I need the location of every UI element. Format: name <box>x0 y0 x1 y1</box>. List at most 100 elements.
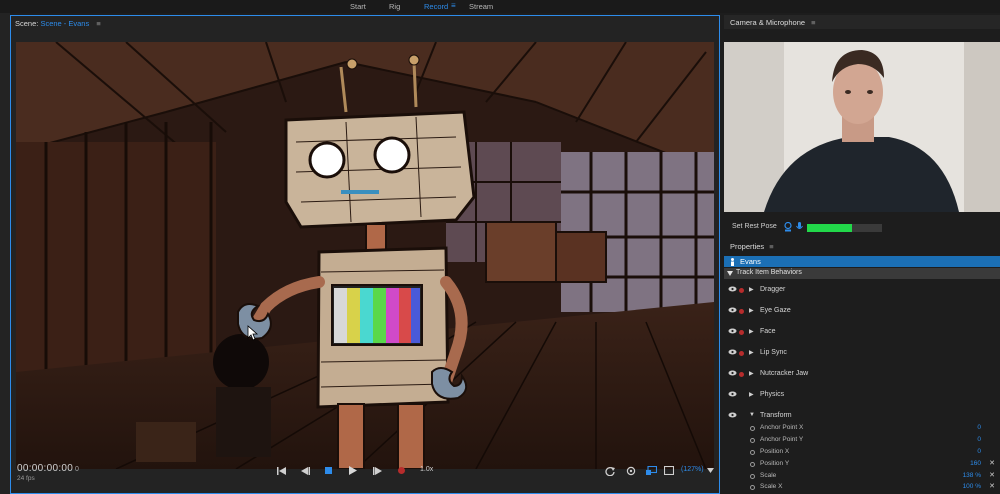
behavior-row-face[interactable]: ▶ Face <box>724 325 1000 341</box>
behavior-name: Lip Sync <box>760 349 787 356</box>
stream-preview-icon[interactable] <box>645 465 657 476</box>
step-back-icon[interactable] <box>299 465 311 476</box>
timecode-display[interactable]: 00:00:00:00 <box>17 463 73 474</box>
param-row-anchor-point-y[interactable]: Anchor Point Y 0 <box>724 435 1000 447</box>
param-row-position-y[interactable]: Position Y 160 ✕ <box>724 459 1000 471</box>
microphone-icon[interactable] <box>796 222 803 232</box>
stopwatch-icon[interactable] <box>750 485 755 490</box>
workspace-tab-rig[interactable]: Rig <box>389 2 400 11</box>
scene-panel-header: Scene: Scene - Evans ≡ <box>11 16 101 30</box>
panel-menu-icon[interactable]: ≡ <box>769 242 773 251</box>
param-value[interactable]: 100 % <box>963 483 981 490</box>
webcam-image <box>724 42 1000 212</box>
param-value[interactable]: 0 <box>977 424 981 431</box>
stopwatch-icon[interactable] <box>750 474 755 479</box>
eye-icon[interactable] <box>728 349 737 355</box>
param-value[interactable]: 0 <box>977 448 981 455</box>
stop-button[interactable] <box>322 465 334 476</box>
behavior-name: Transform <box>760 412 792 419</box>
record-arm-icon[interactable] <box>739 351 744 356</box>
step-forward-icon[interactable] <box>371 465 383 476</box>
eye-icon[interactable] <box>728 391 737 397</box>
properties-panel-title: Properties <box>730 242 765 251</box>
expand-triangle-icon[interactable]: ▶ <box>749 349 754 356</box>
param-row-scale-x[interactable]: Scale X 100 % ✕ <box>724 482 1000 494</box>
camera-toggle-icon[interactable] <box>784 222 792 232</box>
param-value[interactable]: 0 <box>977 436 981 443</box>
behavior-name: Eye Gaze <box>760 307 791 314</box>
param-name: Position X <box>760 448 790 455</box>
puppet-name-row[interactable]: Evans <box>724 256 1000 267</box>
panel-menu-icon[interactable]: ≡ <box>811 18 815 27</box>
behavior-name: Physics <box>760 391 785 398</box>
behavior-name: Face <box>760 328 776 335</box>
param-value[interactable]: 160 <box>970 460 981 467</box>
reset-icon[interactable]: ✕ <box>989 482 995 490</box>
eye-icon[interactable] <box>728 412 737 418</box>
workspace-bar: Start Rig Record ≡ Stream <box>0 0 1000 13</box>
eye-icon[interactable] <box>728 286 737 292</box>
panel-menu-icon[interactable]: ≡ <box>96 19 100 28</box>
behavior-row-eye-gaze[interactable]: ▶ Eye Gaze <box>724 304 1000 320</box>
workspace-tab-stream[interactable]: Stream <box>469 2 493 11</box>
camera-panel-title: Camera & Microphone <box>730 18 806 27</box>
param-name: Anchor Point Y <box>760 436 804 443</box>
refresh-icon[interactable] <box>604 465 616 476</box>
param-name: Scale <box>760 472 777 479</box>
param-row-anchor-point-x[interactable]: Anchor Point X 0 <box>724 423 1000 435</box>
param-row-position-x[interactable]: Position X 0 <box>724 447 1000 459</box>
record-arm-icon[interactable] <box>739 288 744 293</box>
expand-triangle-icon[interactable]: ▶ <box>749 328 754 335</box>
param-name: Scale X <box>760 483 783 490</box>
rest-pose-bar: Set Rest Pose <box>724 218 1000 236</box>
eye-icon[interactable] <box>728 328 737 334</box>
properties-panel-header: Properties ≡ <box>724 240 1000 253</box>
behavior-row-physics[interactable]: ▶ Physics <box>724 388 1000 404</box>
camera-panel-header: Camera & Microphone ≡ <box>724 15 1000 29</box>
reset-icon[interactable]: ✕ <box>989 459 995 467</box>
track-item-behaviors-section[interactable]: Track Item Behaviors <box>724 268 1000 279</box>
param-value[interactable]: 138 % <box>963 472 981 479</box>
behavior-row-dragger[interactable]: ▶ Dragger <box>724 283 1000 299</box>
behavior-row-lip-sync[interactable]: ▶ Lip Sync <box>724 346 1000 362</box>
scene-viewport[interactable] <box>16 42 714 469</box>
eye-icon[interactable] <box>728 307 737 313</box>
left-panel-edge <box>0 13 10 494</box>
zoom-level[interactable]: (127%) <box>681 466 704 473</box>
workspace-menu-icon[interactable]: ≡ <box>451 1 456 10</box>
play-button[interactable] <box>347 465 359 476</box>
set-rest-pose-button[interactable]: Set Rest Pose <box>732 223 777 230</box>
stopwatch-icon[interactable] <box>750 438 755 443</box>
puppet-settings-icon[interactable] <box>625 465 637 476</box>
expand-triangle-icon[interactable]: ▶ <box>749 286 754 293</box>
mic-level-fill <box>807 224 852 232</box>
record-arm-icon[interactable] <box>739 372 744 377</box>
expand-triangle-icon[interactable]: ▶ <box>749 370 754 377</box>
stopwatch-icon[interactable] <box>750 426 755 431</box>
behavior-row-nutcracker-jaw[interactable]: ▶ Nutcracker Jaw <box>724 367 1000 383</box>
frame-view-icon[interactable] <box>663 465 675 476</box>
stopwatch-icon[interactable] <box>750 450 755 455</box>
puppet-name: Evans <box>740 257 761 266</box>
reset-icon[interactable]: ✕ <box>989 471 995 479</box>
section-title: Track Item Behaviors <box>736 269 802 276</box>
frame-number: 0 <box>75 466 79 473</box>
puppet-icon <box>731 258 734 266</box>
zoom-dropdown-chevron-icon[interactable] <box>704 465 716 476</box>
playback-rate-dropdown[interactable]: 1.0x <box>420 466 433 473</box>
record-arm-icon[interactable] <box>739 330 744 335</box>
record-button[interactable] <box>395 465 407 476</box>
fps-label: 24 fps <box>17 475 35 482</box>
expand-triangle-icon[interactable]: ▶ <box>749 307 754 314</box>
stopwatch-icon[interactable] <box>750 462 755 467</box>
chevron-down-icon <box>727 271 733 276</box>
go-to-start-icon[interactable] <box>275 465 287 476</box>
eye-icon[interactable] <box>728 370 737 376</box>
scene-name-link[interactable]: Scene - Evans <box>40 19 89 28</box>
param-name: Position Y <box>760 460 790 467</box>
workspace-tab-record[interactable]: Record <box>424 2 448 11</box>
chevron-down-icon[interactable]: ▼ <box>749 412 755 418</box>
record-arm-icon[interactable] <box>739 309 744 314</box>
workspace-tab-start[interactable]: Start <box>350 2 366 11</box>
expand-triangle-icon[interactable]: ▶ <box>749 391 754 398</box>
